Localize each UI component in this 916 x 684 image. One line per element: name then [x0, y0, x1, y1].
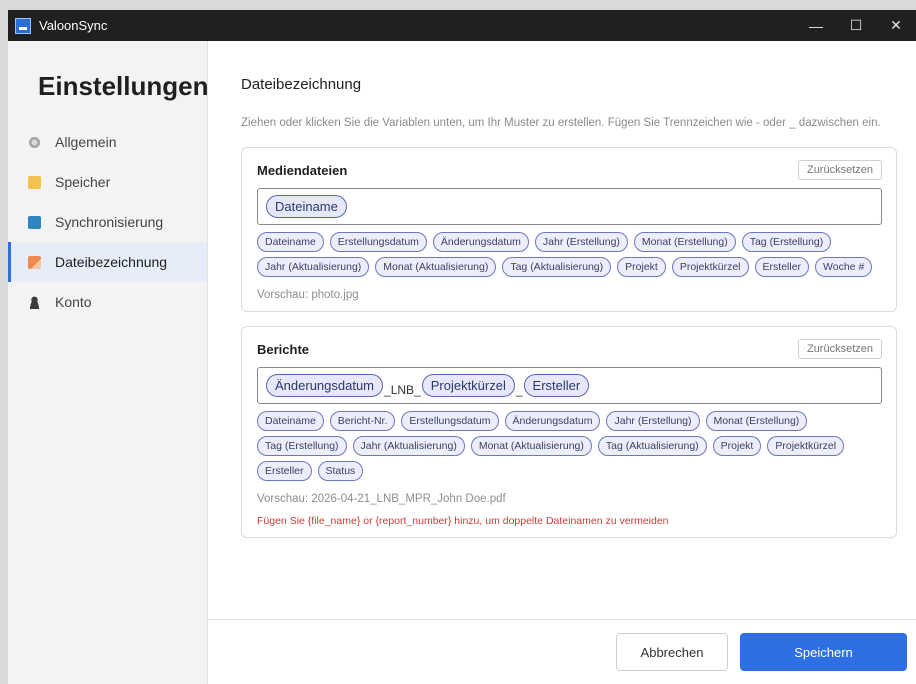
variable-chip[interactable]: Dateiname [257, 411, 324, 431]
reports-title: Berichte [257, 341, 310, 357]
variable-chip[interactable]: Bericht-Nr. [329, 411, 396, 431]
pattern-separator: _LNB_ [384, 382, 421, 397]
pattern-chip-projektkuerzel[interactable]: Projektkürzel [421, 374, 515, 397]
variable-chip[interactable]: Tag (Erstellung) [741, 232, 832, 252]
variable-chip[interactable]: Tag (Aktualisierung) [597, 436, 707, 456]
variable-chip[interactable]: Monat (Erstellung) [705, 411, 808, 431]
reports-pattern-input[interactable]: Änderungsdatum _LNB_ Projektkürzel _ Ers… [257, 367, 882, 404]
cancel-button[interactable]: Abbrechen [616, 633, 728, 671]
variable-chip[interactable]: Änderungsdatum [432, 232, 529, 252]
gear-icon [28, 135, 41, 149]
variable-chip[interactable]: Tag (Erstellung) [257, 436, 347, 456]
variable-chip[interactable]: Dateiname [257, 232, 324, 252]
dialog-footer: Abbrechen Speichern [208, 619, 916, 684]
sidebar: Einstellungen Allgemein Speicher Synchro… [8, 41, 208, 684]
pattern-chip-aenderungsdatum[interactable]: Änderungsdatum [266, 374, 384, 397]
reports-preview-text: Vorschau: 2026-04-21_LNB_MPR_John Doe.pd… [257, 493, 506, 505]
sidebar-item-label: Dateibezeichnung [55, 254, 168, 270]
close-button[interactable]: ✕ [876, 10, 916, 41]
variable-chip[interactable]: Erstellungsdatum [401, 411, 499, 431]
user-icon [28, 295, 41, 309]
variable-chip[interactable]: Ersteller [257, 461, 312, 481]
variable-chip[interactable]: Jahr (Erstellung) [534, 232, 628, 252]
variable-chip[interactable]: Woche # [815, 257, 873, 277]
sidebar-item-label: Allgemein [55, 134, 117, 150]
sync-icon [28, 215, 41, 229]
sidebar-item-speicher[interactable]: Speicher [8, 162, 207, 202]
variable-chip[interactable]: Monat (Aktualisierung) [375, 257, 497, 277]
variable-chip[interactable]: Jahr (Erstellung) [606, 411, 700, 431]
duplicate-warning-text: Fügen Sie {file_name} or {report_number}… [257, 515, 669, 527]
reports-card: Berichte Zurücksetzen Änderungsdatum _LN… [241, 326, 897, 538]
media-preview-text: Vorschau: photo.jpg [257, 289, 359, 301]
maximize-button[interactable]: ☐ [836, 10, 876, 41]
media-reset-button[interactable]: Zurücksetzen [797, 160, 882, 180]
document-icon [28, 255, 41, 269]
reports-variable-list: Dateiname Bericht-Nr. Erstellungsdatum Ä… [257, 411, 882, 486]
variable-chip[interactable]: Projekt [712, 436, 762, 456]
variable-chip[interactable]: Jahr (Aktualisierung) [257, 257, 370, 277]
main-panel: Dateibezeichnung Ziehen oder klicken Sie… [208, 41, 916, 684]
variable-chip[interactable]: Ersteller [754, 257, 810, 277]
variable-chip[interactable]: Projektkürzel [767, 436, 845, 456]
media-files-title: Mediendateien [257, 162, 348, 178]
title-bar: ValoonSync — ☐ ✕ [8, 10, 916, 41]
sidebar-item-synchronisierung[interactable]: Synchronisierung [8, 202, 207, 242]
sidebar-heading: Einstellungen [38, 71, 209, 101]
pattern-chip-dateiname[interactable]: Dateiname [266, 195, 347, 218]
sidebar-item-label: Synchronisierung [55, 214, 164, 230]
minimize-button[interactable]: — [796, 10, 836, 41]
sidebar-item-label: Konto [55, 294, 92, 310]
variable-chip[interactable]: Tag (Aktualisierung) [502, 257, 612, 277]
variable-chip[interactable]: Erstellungsdatum [329, 232, 427, 252]
window-title: ValoonSync [39, 18, 108, 33]
variable-chip[interactable]: Projekt [617, 257, 666, 277]
folder-icon [28, 175, 41, 189]
pattern-separator: _ [515, 382, 523, 397]
sidebar-item-konto[interactable]: Konto [8, 282, 207, 322]
sidebar-item-label: Speicher [55, 174, 111, 190]
pattern-chip-ersteller[interactable]: Ersteller [523, 374, 590, 397]
app-logo-icon [15, 17, 31, 34]
variable-chip[interactable]: Monat (Erstellung) [633, 232, 736, 252]
media-files-card: Mediendateien Zurücksetzen Dateiname Dat… [241, 147, 897, 312]
app-window: ValoonSync — ☐ ✕ Einstellungen Allgemein… [8, 10, 916, 684]
sidebar-item-allgemein[interactable]: Allgemein [8, 122, 207, 162]
save-button[interactable]: Speichern [740, 633, 907, 671]
variable-chip[interactable]: Projektkürzel [671, 257, 749, 277]
variable-chip[interactable]: Monat (Aktualisierung) [470, 436, 592, 456]
instructions-text: Ziehen oder klicken Sie die Variablen un… [241, 117, 881, 129]
media-pattern-input[interactable]: Dateiname [257, 188, 882, 225]
reports-reset-button[interactable]: Zurücksetzen [797, 339, 882, 359]
page-title: Dateibezeichnung [241, 76, 362, 93]
variable-chip[interactable]: Änderungsdatum [504, 411, 601, 431]
variable-chip[interactable]: Status [317, 461, 364, 481]
sidebar-item-dateibezeichnung[interactable]: Dateibezeichnung [8, 242, 207, 282]
variable-chip[interactable]: Jahr (Aktualisierung) [352, 436, 465, 456]
media-variable-list: Dateiname Erstellungsdatum Änderungsdatu… [257, 232, 882, 282]
